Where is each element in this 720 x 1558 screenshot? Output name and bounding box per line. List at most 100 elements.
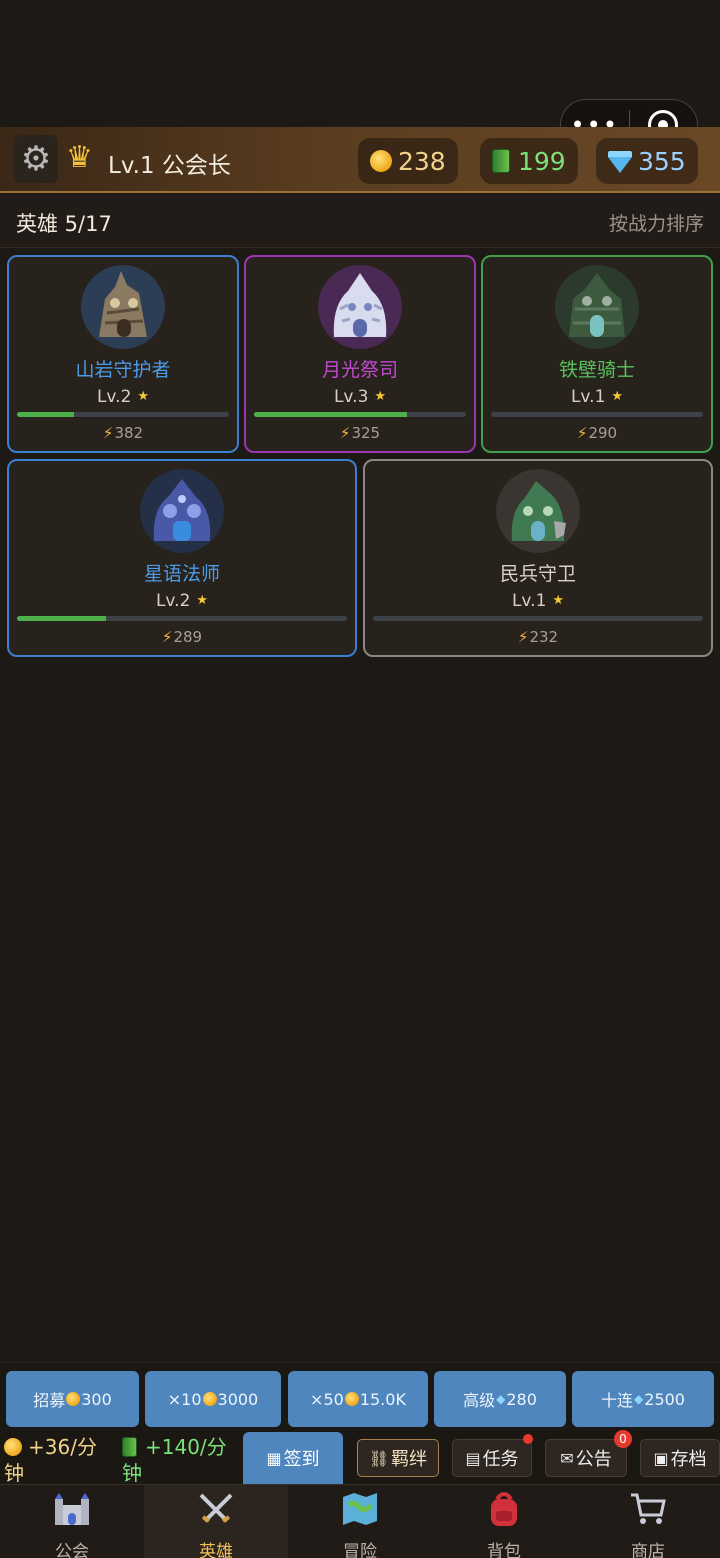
hero-card[interactable]: 山岩守护者 Lv.2 ★ ⚡382 [7,255,239,453]
settings-button[interactable]: ⚙ [14,135,58,183]
save-button[interactable]: ▣ 存档 [640,1439,720,1477]
bond-button[interactable]: ⛓ 羁绊 [357,1439,439,1477]
recruit-cost: 2500 [644,1389,685,1409]
recruit-x50-button[interactable]: ×50 15.0K [288,1371,428,1427]
tab-label: 背包 [487,1542,521,1558]
recruit-single-button[interactable]: 招募 300 [6,1371,139,1427]
lightning-icon: ⚡ [517,628,529,646]
recruit-ten-button[interactable]: 十连 ◆ 2500 [572,1371,714,1427]
hero-power-value: 232 [529,628,559,646]
hero-card[interactable]: 民兵守卫 Lv.1 ★ ⚡232 [363,459,713,657]
hero-level: Lv.1 ★ [483,387,711,407]
recruit-cost: 280 [506,1389,537,1409]
lightning-icon: ⚡ [102,424,114,442]
hero-card[interactable]: 星语法师 Lv.2 ★ ⚡289 [7,459,357,657]
sort-by-power-button[interactable]: 按战力排序 [609,209,704,236]
hero-exp-fill [254,412,407,417]
task-button[interactable]: ▤ 任务 [452,1434,533,1477]
income-action-bar: +36/分钟 +140/分钟 ▦ 签到 ⛓ 羁绊 ▤ 任务 ✉ 公告 0 ▣ 存档 [0,1430,720,1486]
hero-level-text: Lv.1 [511,591,547,611]
gem-icon: ◆ [496,1392,506,1406]
lightning-icon: ⚡ [161,628,173,646]
hero-name: 民兵守卫 [499,563,576,585]
hero-avatar [140,469,224,553]
save-label: 存档 [670,1449,707,1470]
notification-dot [523,1434,533,1444]
tab-shop[interactable]: 商店 [576,1485,720,1558]
gold-income: +36/分钟 [4,1434,116,1486]
hero-card[interactable]: 铁壁骑士 Lv.1 ★ ⚡290 [481,255,713,453]
hero-level: Lv.1 ★ [365,591,711,611]
gem-icon: ◆ [634,1392,644,1406]
notice-button[interactable]: ✉ 公告 0 [545,1430,632,1477]
clipboard-icon: ▤ [465,1448,481,1468]
signin-button[interactable]: ▦ 签到 [243,1432,343,1484]
book-icon [122,1437,137,1457]
hero-card[interactable]: 月光祭司 Lv.3 ★ ⚡325 [244,255,476,453]
coin-icon [344,1392,359,1406]
tab-label: 公会 [55,1542,89,1558]
hero-exp-bar [17,616,347,621]
tab-heroes[interactable]: 英雄 [144,1485,288,1558]
gear-icon: ⚙ [20,139,52,179]
cart-icon [629,1491,667,1529]
coin-icon [370,150,392,172]
tab-backpack[interactable]: 背包 [432,1485,576,1558]
hero-exp-bar [254,412,466,417]
book-income: +140/分钟 [122,1434,238,1486]
tab-guild[interactable]: 公会 [0,1485,144,1558]
hero-list-header: 英雄 5/17 按战力排序 [0,194,720,248]
book-icon [492,149,510,173]
hero-name: 铁壁骑士 [558,359,635,381]
lightning-icon: ⚡ [576,424,588,442]
hero-exp-fill [17,616,107,621]
book-value: 199 [518,146,566,176]
recruit-label: ×10 [167,1389,202,1409]
hero-level-text: Lv.3 [333,387,369,407]
gem-icon [608,151,632,173]
tab-label: 冒险 [343,1542,377,1558]
hero-power: ⚡382 [9,424,237,442]
hero-level-text: Lv.2 [96,387,132,407]
hero-name: 月光祭司 [321,359,398,381]
coin-icon [66,1392,81,1406]
hero-avatar [555,265,639,349]
guild-level-title: Lv.1 公会长 [108,153,231,179]
notice-badge: 0 [614,1430,632,1448]
recruit-cost: 15.0K [359,1389,406,1409]
tab-adventure[interactable]: 冒险 [288,1485,432,1558]
top-status-bar: ⚙ ♛ Lv.1 公会长 238 199 355 [0,127,720,193]
hero-exp-bar [491,412,703,417]
game-screen: ••• ⚙ ♛ Lv.1 公会长 238 199 355 英雄 5/17 按战力… [0,0,720,1558]
recruit-label: 招募 [33,1391,66,1410]
task-label: 任务 [482,1449,519,1470]
crossed-swords-icon [197,1491,235,1529]
hero-power: ⚡289 [9,628,355,646]
hero-power-value: 289 [173,628,203,646]
bottom-tab-bar: 公会 英雄 冒险 背包 商店 [0,1484,720,1558]
gem-counter[interactable]: 355 [596,138,698,184]
hero-count: 英雄 5/17 [16,212,112,236]
floppy-icon: ▣ [653,1448,669,1468]
star-icon: ★ [196,593,209,608]
crown-icon: ♛ [66,140,93,175]
hero-avatar [318,265,402,349]
gold-counter[interactable]: 238 [358,138,458,184]
recruit-cost: 3000 [217,1389,259,1409]
recruit-advanced-button[interactable]: 高级 ◆ 280 [434,1371,566,1427]
star-icon: ★ [374,389,387,404]
book-counter[interactable]: 199 [480,138,578,184]
recruit-x10-button[interactable]: ×10 3000 [145,1371,281,1427]
coin-icon [4,1438,22,1456]
star-icon: ★ [611,389,624,404]
hero-avatar [81,265,165,349]
hero-level: Lv.3 ★ [246,387,474,407]
hero-power-value: 325 [351,424,381,442]
book-income-value: +140/分钟 [122,1435,227,1485]
hero-power: ⚡232 [365,628,711,646]
star-icon: ★ [552,593,565,608]
link-icon: ⛓ [368,1448,390,1468]
recruit-cost: 300 [81,1389,112,1409]
recruit-label: ×50 [310,1389,344,1409]
hero-exp-bar [373,616,703,621]
